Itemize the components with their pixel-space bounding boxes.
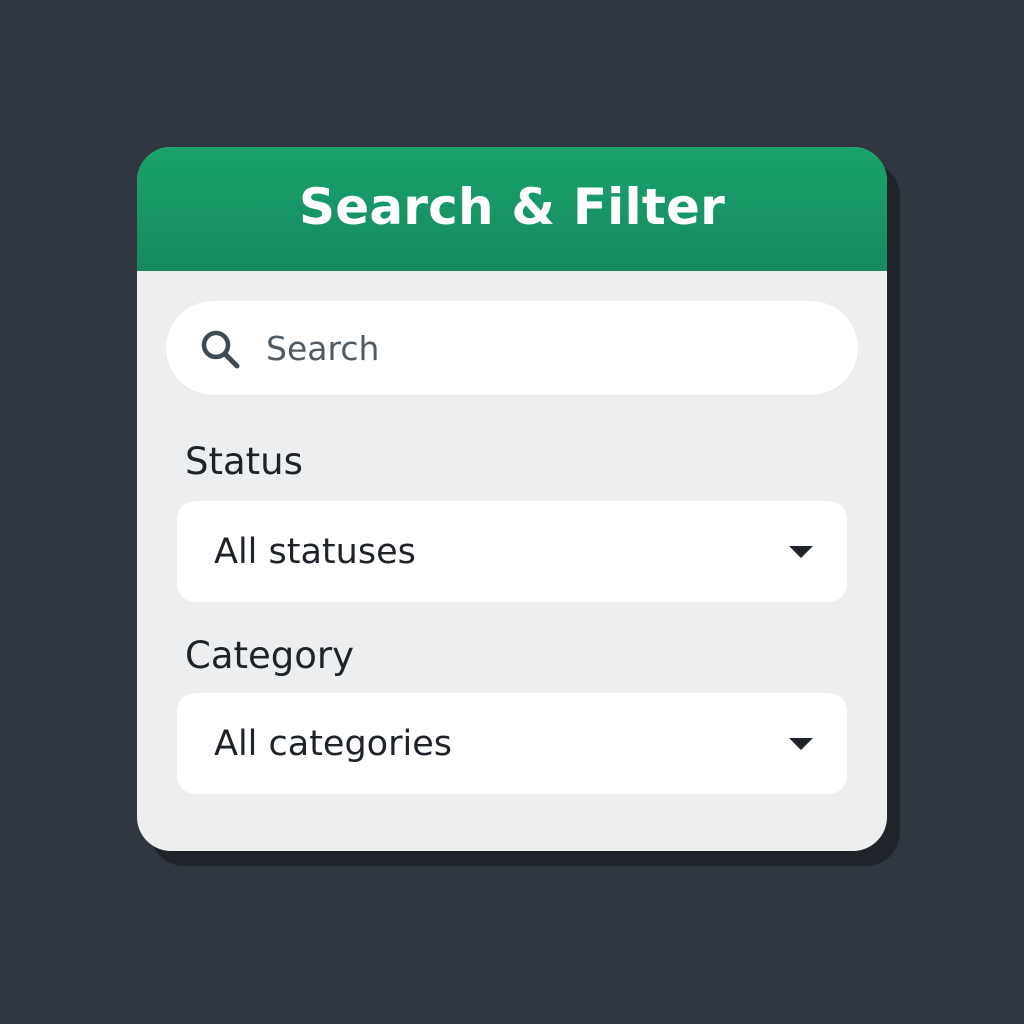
status-select[interactable]: All statuses — [177, 501, 847, 602]
category-selected-value: All categories — [214, 723, 452, 764]
search-box[interactable] — [166, 301, 858, 395]
category-select[interactable]: All categories — [177, 693, 847, 794]
panel-header: Search & Filter — [137, 147, 887, 271]
chevron-down-icon — [789, 546, 813, 558]
search-icon — [198, 327, 242, 371]
status-selected-value: All statuses — [214, 531, 416, 572]
status-label: Status — [185, 440, 303, 483]
chevron-down-icon — [789, 738, 813, 750]
search-filter-panel: Search & Filter Status All statuses Cate… — [137, 147, 887, 851]
category-label: Category — [185, 634, 355, 677]
search-input[interactable] — [266, 301, 826, 395]
panel-title: Search & Filter — [299, 178, 725, 236]
